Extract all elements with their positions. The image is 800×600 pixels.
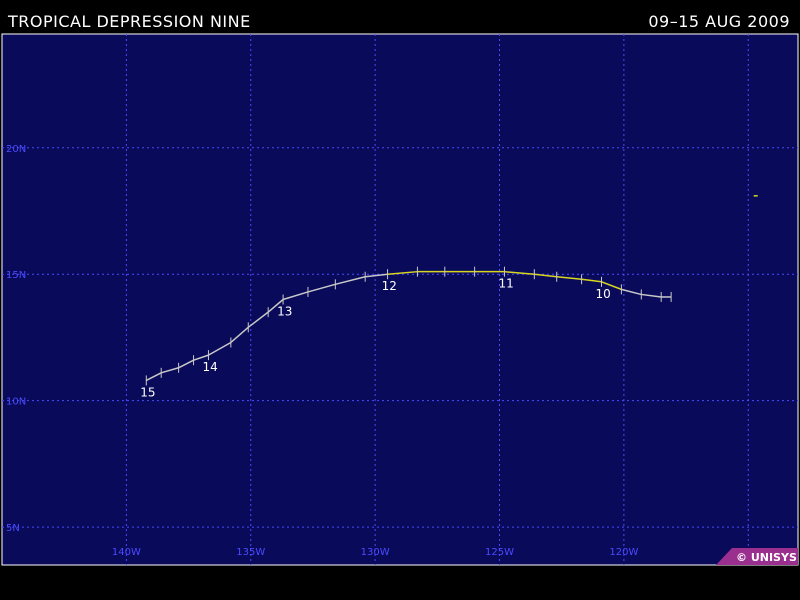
day-label: 14 — [202, 360, 217, 374]
lon-label: 135W — [236, 547, 265, 558]
day-label: 15 — [140, 385, 155, 399]
lon-label: 125W — [485, 547, 514, 558]
day-label: 10 — [595, 287, 610, 301]
lat-label: 15N — [6, 270, 26, 281]
day-label: 13 — [277, 305, 292, 319]
storm-track-map: 20N15N10N5N140W135W130W125W120W115W 1011… — [1, 33, 799, 566]
lat-label: 10N — [6, 397, 26, 408]
day-label: 11 — [498, 277, 513, 291]
credit-text: © UNISYS — [736, 551, 797, 564]
lat-label: 5N — [6, 523, 20, 534]
lon-label: 120W — [609, 547, 638, 558]
day-label: 12 — [382, 279, 397, 293]
lon-label: 130W — [361, 547, 390, 558]
lon-label: 140W — [112, 547, 141, 558]
lat-label: 20N — [6, 144, 26, 155]
map-background — [1, 33, 799, 566]
